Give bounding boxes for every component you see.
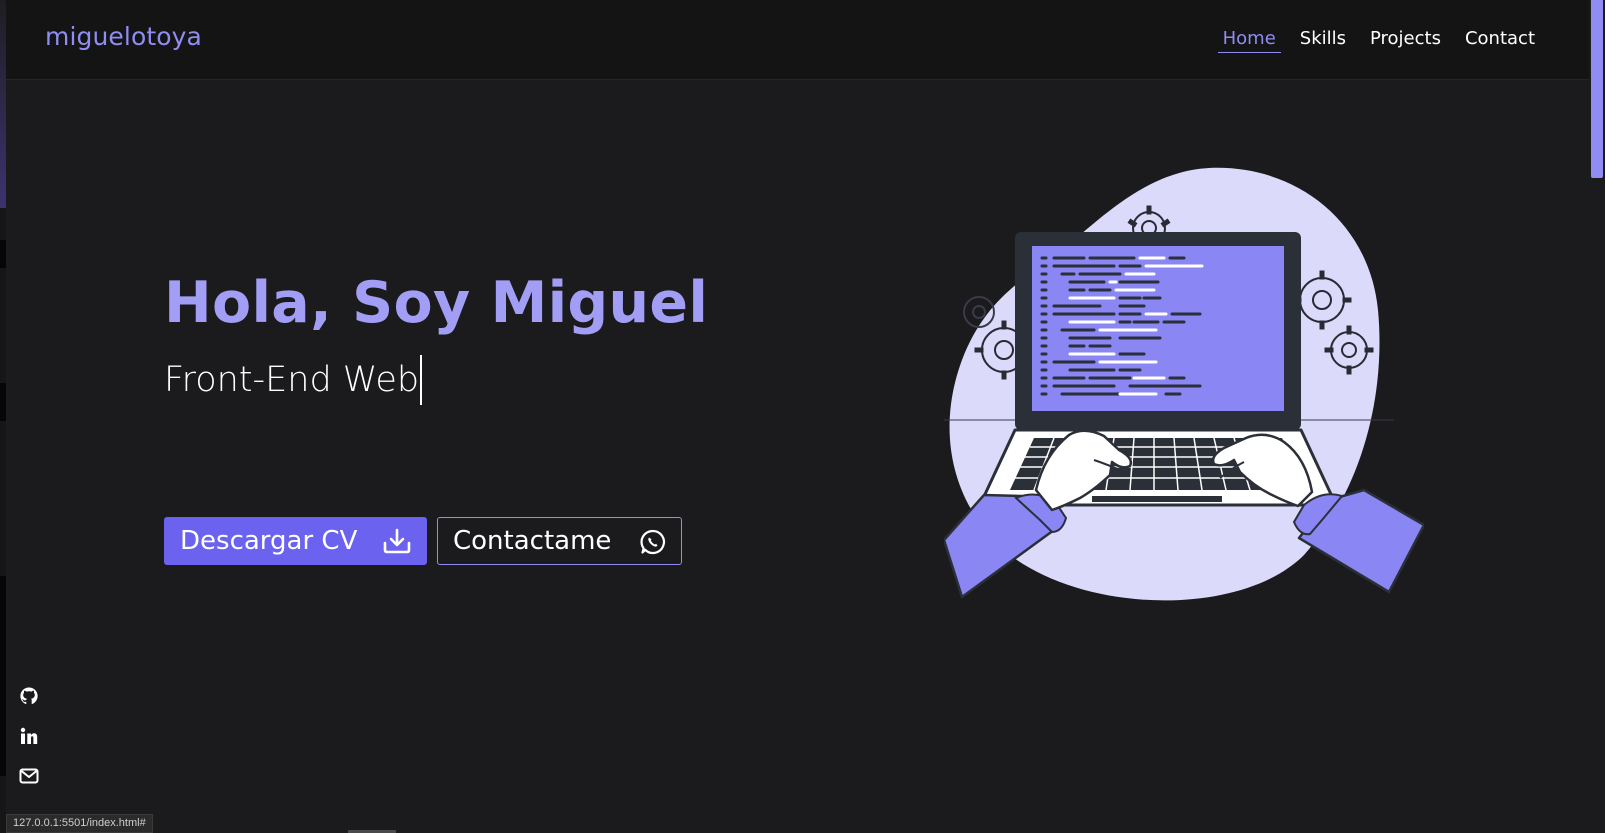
download-cv-button[interactable]: Descargar CV bbox=[164, 517, 427, 565]
main-nav: Home Skills Projects Contact bbox=[1217, 28, 1535, 53]
status-bar-url: 127.0.0.1:5501/index.html# bbox=[6, 814, 153, 833]
mail-link[interactable] bbox=[18, 768, 40, 788]
left-edge-segment bbox=[0, 576, 6, 776]
hero-subtitle: Front-End Web bbox=[164, 360, 420, 400]
download-cv-label: Descargar CV bbox=[180, 526, 358, 556]
nav-projects[interactable]: Projects bbox=[1370, 28, 1441, 53]
left-edge-segment bbox=[0, 240, 6, 268]
site-header: miguelotoya Home Skills Projects Contact bbox=[6, 0, 1589, 80]
left-edge-strip bbox=[0, 0, 6, 833]
hero-title: Hola, Soy Miguel bbox=[164, 270, 709, 336]
contact-button[interactable]: Contactame bbox=[437, 517, 682, 565]
github-link[interactable] bbox=[18, 686, 40, 710]
developer-laptop-illustration bbox=[942, 160, 1426, 620]
scrollbar-thumb[interactable] bbox=[1591, 0, 1603, 178]
download-icon bbox=[382, 528, 412, 554]
nav-skills[interactable]: Skills bbox=[1300, 28, 1346, 53]
contact-label: Contactame bbox=[453, 526, 612, 556]
vertical-scrollbar[interactable] bbox=[1589, 0, 1605, 833]
hero-subtitle-wrap: Front-End Web bbox=[164, 355, 423, 405]
mail-icon bbox=[19, 768, 39, 788]
github-icon bbox=[19, 686, 39, 710]
typing-caret bbox=[420, 355, 423, 405]
social-links bbox=[18, 686, 40, 788]
whatsapp-icon bbox=[639, 528, 667, 556]
site-logo[interactable]: miguelotoya bbox=[45, 22, 202, 51]
left-edge-segment bbox=[0, 383, 6, 421]
nav-home[interactable]: Home bbox=[1217, 28, 1281, 53]
linkedin-icon bbox=[19, 726, 39, 750]
nav-contact[interactable]: Contact bbox=[1465, 28, 1535, 53]
linkedin-link[interactable] bbox=[18, 726, 40, 750]
page: miguelotoya Home Skills Projects Contact… bbox=[0, 0, 1605, 833]
